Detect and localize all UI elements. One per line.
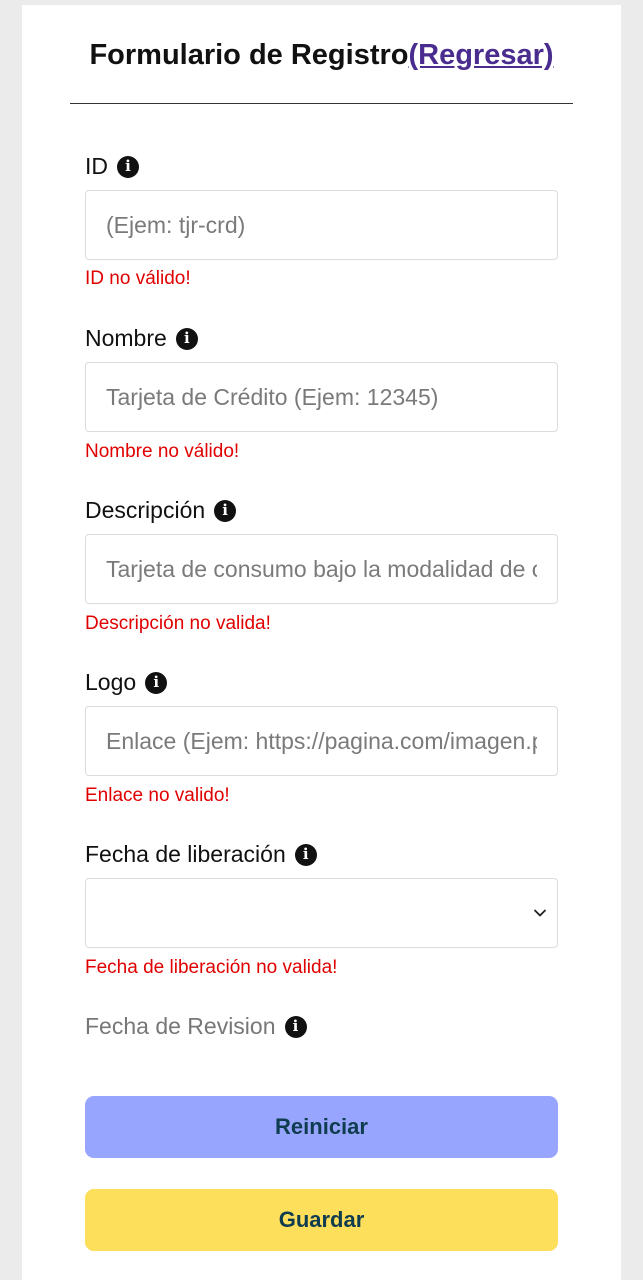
registration-form-card: Formulario de Registro(Regresar) ID i ID… [22, 5, 621, 1280]
chevron-down-icon [534, 909, 546, 917]
info-icon[interactable]: i [117, 155, 139, 178]
id-input[interactable] [85, 190, 558, 260]
info-icon[interactable]: i [145, 671, 168, 694]
description-label-text: Descripción [85, 497, 206, 523]
id-error: ID no válido! [85, 268, 191, 289]
id-label: ID i [85, 153, 139, 180]
reset-button[interactable]: Reiniciar [85, 1096, 558, 1158]
info-icon[interactable]: i [175, 327, 198, 350]
logo-label-text: Logo [85, 669, 137, 695]
page-title: Formulario de Registro [89, 39, 409, 71]
description-input[interactable] [85, 534, 558, 604]
logo-label: Logo i [85, 669, 168, 696]
logo-url-input[interactable] [85, 706, 558, 776]
release-date-error: Fecha de liberación no valida! [85, 957, 338, 978]
header-divider [70, 103, 573, 104]
info-icon[interactable]: i [214, 499, 237, 522]
form-header: Formulario de Registro(Regresar) [22, 39, 621, 72]
name-label-text: Nombre [85, 325, 167, 351]
release-date-label-text: Fecha de liberación [85, 841, 286, 867]
logo-error: Enlace no valido! [85, 785, 230, 806]
name-error: Nombre no válido! [85, 441, 240, 462]
release-date-select[interactable] [85, 878, 558, 948]
info-icon[interactable]: i [294, 843, 317, 866]
revision-date-label: Fecha de Revision i [85, 1013, 307, 1040]
back-link[interactable]: (Regresar) [408, 39, 553, 71]
name-label: Nombre i [85, 325, 198, 352]
release-date-label: Fecha de liberación i [85, 841, 317, 868]
description-label: Descripción i [85, 497, 237, 524]
info-icon[interactable]: i [284, 1015, 307, 1038]
name-input[interactable] [85, 362, 558, 432]
description-error: Descripción no valida! [85, 613, 271, 634]
revision-date-label-text: Fecha de Revision [85, 1013, 276, 1039]
id-label-text: ID [85, 153, 108, 179]
save-button[interactable]: Guardar [85, 1189, 558, 1251]
